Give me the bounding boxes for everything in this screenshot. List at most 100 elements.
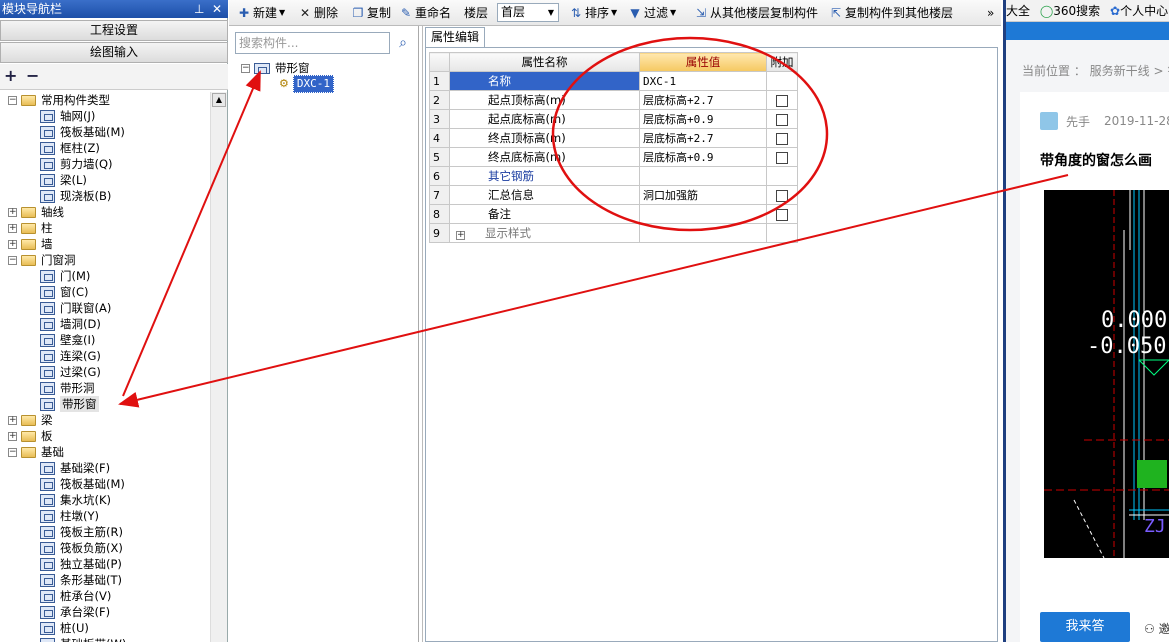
property-row[interactable]: 8 备注 bbox=[429, 204, 798, 224]
new-button[interactable]: ✚ 新建 ▼ bbox=[237, 0, 285, 26]
author-name[interactable]: 先手 bbox=[1066, 113, 1090, 130]
nav-tree-item[interactable]: 桩承台(V) bbox=[40, 588, 111, 604]
expand-all-icon[interactable]: + bbox=[4, 66, 17, 85]
property-value[interactable]: 层底标高+0.9 bbox=[639, 109, 767, 129]
collapse-icon[interactable]: − bbox=[8, 447, 17, 457]
nav-tree-item[interactable]: 门(M) bbox=[40, 268, 90, 284]
nav-tree-item[interactable]: 窗(C) bbox=[40, 284, 89, 300]
nav-scrollbar[interactable]: ▲ bbox=[210, 92, 227, 642]
expand-icon[interactable]: + bbox=[8, 239, 17, 249]
nav-tree-item[interactable]: 基础梁(F) bbox=[40, 460, 110, 476]
nav-tree-item[interactable]: + 梁 bbox=[8, 412, 53, 428]
expand-icon[interactable]: + bbox=[8, 223, 17, 233]
nav-tree-item[interactable]: + 墙 bbox=[8, 236, 53, 252]
property-value[interactable]: 层底标高+2.7 bbox=[639, 90, 767, 110]
invite-link[interactable]: ⚇ 邀 bbox=[1144, 620, 1169, 637]
collapse-all-icon[interactable]: − bbox=[26, 66, 39, 85]
scroll-up-icon[interactable]: ▲ bbox=[212, 93, 226, 107]
nav-tree-item[interactable]: 框柱(Z) bbox=[40, 140, 100, 156]
nav-tree-item[interactable]: 连梁(G) bbox=[40, 348, 101, 364]
expand-icon[interactable]: + bbox=[8, 415, 17, 425]
nav-tree-item[interactable]: 过梁(G) bbox=[40, 364, 101, 380]
property-value[interactable] bbox=[639, 166, 767, 186]
nav-tree-item[interactable]: 剪力墙(Q) bbox=[40, 156, 113, 172]
search-icon[interactable]: ⌕ bbox=[393, 32, 413, 54]
bookmark-360[interactable]: 360搜索 bbox=[1053, 4, 1100, 18]
nav-tree-item[interactable]: 筏板基础(M) bbox=[40, 124, 125, 140]
add-checkbox[interactable] bbox=[776, 94, 788, 107]
property-row[interactable]: 1 名称 DXC-1 bbox=[429, 71, 798, 91]
property-value[interactable]: DXC-1 bbox=[639, 71, 767, 91]
delete-button[interactable]: ✕ 删除 bbox=[298, 0, 338, 26]
nav-tree-item[interactable]: 桩(U) bbox=[40, 620, 89, 636]
nav-tree-item[interactable]: 承台梁(F) bbox=[40, 604, 110, 620]
add-checkbox[interactable] bbox=[776, 113, 788, 126]
property-row[interactable]: 5 终点底标高(m) 层底标高+0.9 bbox=[429, 147, 798, 167]
property-row[interactable]: 4 终点顶标高(m) 层底标高+2.7 bbox=[429, 128, 798, 148]
answer-button[interactable]: 我来答 bbox=[1040, 612, 1130, 642]
collapse-icon[interactable]: − bbox=[8, 95, 17, 105]
nav-tree-item[interactable]: 轴网(J) bbox=[40, 108, 95, 124]
nav-tree-item[interactable]: 基础板带(W) bbox=[40, 636, 126, 642]
property-row[interactable]: 6 其它钢筋 bbox=[429, 166, 798, 186]
tree-root[interactable]: − 带形窗 bbox=[241, 60, 310, 76]
bookmark-daquan[interactable]: 大全 bbox=[1006, 4, 1030, 18]
expand-icon[interactable]: + bbox=[8, 207, 17, 217]
copy-button[interactable]: ❐ 复制 bbox=[351, 0, 391, 26]
nav-tree-item[interactable]: − 门窗洞 bbox=[8, 252, 76, 268]
property-value[interactable]: 层底标高+0.9 bbox=[639, 147, 767, 167]
nav-tree-item[interactable]: 墙洞(D) bbox=[40, 316, 101, 332]
nav-tree-item[interactable]: 壁龛(I) bbox=[40, 332, 95, 348]
nav-tree-item[interactable]: 带形洞 bbox=[40, 380, 95, 396]
nav-tree-item[interactable]: 条形基础(T) bbox=[40, 572, 122, 588]
tab-property-edit[interactable]: 属性编辑 bbox=[425, 27, 485, 47]
nav-tree-item[interactable]: 现浇板(B) bbox=[40, 188, 111, 204]
nav-tree-item[interactable]: − 基础 bbox=[8, 444, 64, 460]
property-row[interactable]: 3 起点底标高(m) 层底标高+0.9 bbox=[429, 109, 798, 129]
property-value[interactable] bbox=[639, 223, 767, 243]
expand-icon[interactable]: + bbox=[456, 231, 465, 240]
nav-tree-item[interactable]: 独立基础(P) bbox=[40, 556, 122, 572]
collapse-icon[interactable]: − bbox=[8, 255, 17, 265]
collapse-icon[interactable]: − bbox=[241, 63, 250, 73]
rename-button[interactable]: ✎ 重命名 bbox=[399, 0, 451, 26]
nav-tree-label: 柱墩(Y) bbox=[60, 509, 99, 523]
pin-icon[interactable]: ⊥ bbox=[194, 0, 204, 18]
floor-select[interactable]: 首层 ▼ bbox=[497, 3, 559, 22]
nav-tree-item[interactable]: 集水坑(K) bbox=[40, 492, 111, 508]
nav-tree-item[interactable]: + 轴线 bbox=[8, 204, 64, 220]
property-row[interactable]: 2 起点顶标高(m) 层底标高+2.7 bbox=[429, 90, 798, 110]
project-settings-button[interactable]: 工程设置 bbox=[0, 20, 228, 41]
add-checkbox[interactable] bbox=[776, 151, 788, 164]
tree-item-dxc1[interactable]: ⚙ DXC-1 bbox=[279, 75, 334, 93]
avatar[interactable] bbox=[1040, 112, 1058, 130]
nav-tree-item[interactable]: 筏板负筋(X) bbox=[40, 540, 123, 556]
nav-tree-item[interactable]: 柱墩(Y) bbox=[40, 508, 99, 524]
nav-tree-item[interactable]: 筏板基础(M) bbox=[40, 476, 125, 492]
property-row[interactable]: 9 + 显示样式 bbox=[429, 223, 798, 243]
filter-button[interactable]: ▼ 过滤 ▼ bbox=[628, 0, 676, 26]
property-value[interactable]: 层底标高+2.7 bbox=[639, 128, 767, 148]
property-value[interactable]: 洞口加强筋 bbox=[639, 185, 767, 205]
nav-tree-item[interactable]: + 柱 bbox=[8, 220, 53, 236]
property-row[interactable]: 7 汇总信息 洞口加强筋 bbox=[429, 185, 798, 205]
nav-tree-item[interactable]: 梁(L) bbox=[40, 172, 87, 188]
nav-tree-item[interactable]: 门联窗(A) bbox=[40, 300, 111, 316]
nav-tree-item[interactable]: 带形窗 bbox=[40, 396, 99, 412]
bookmark-personal[interactable]: 个人中心 bbox=[1120, 4, 1168, 18]
copy-from-floor-button[interactable]: ⇲ 从其他楼层复制构件 bbox=[694, 0, 818, 26]
nav-tree-item[interactable]: 筏板主筋(R) bbox=[40, 524, 123, 540]
add-checkbox[interactable] bbox=[776, 189, 788, 202]
sort-button[interactable]: ⇅ 排序 ▼ bbox=[569, 0, 617, 26]
add-checkbox[interactable] bbox=[776, 132, 788, 145]
search-input[interactable]: 搜索构件... bbox=[235, 32, 390, 54]
add-checkbox[interactable] bbox=[776, 208, 788, 221]
property-value[interactable] bbox=[639, 204, 767, 224]
toolbar-more-button[interactable]: » bbox=[987, 0, 994, 26]
drawing-input-button[interactable]: 绘图输入 bbox=[0, 42, 228, 63]
copy-to-floor-button[interactable]: ⇱ 复制构件到其他楼层 bbox=[829, 0, 953, 26]
expand-icon[interactable]: + bbox=[8, 431, 17, 441]
nav-tree-item[interactable]: − 常用构件类型 bbox=[8, 92, 110, 108]
close-icon[interactable]: ✕ bbox=[212, 0, 222, 18]
nav-tree-item[interactable]: + 板 bbox=[8, 428, 53, 444]
